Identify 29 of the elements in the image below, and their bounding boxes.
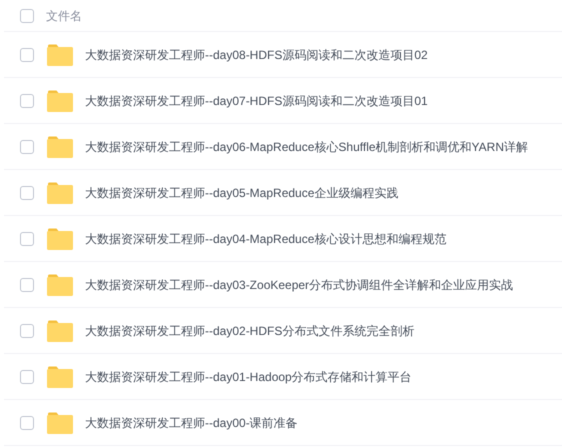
file-name[interactable]: 大数据资深研发工程师--day06-MapReduce核心Shuffle机制剖析和调优和YARN详解 — [85, 138, 528, 156]
file-name[interactable]: 大数据资深研发工程师--day02-HDFS分布式文件系统完全剖析 — [85, 322, 414, 340]
folder-icon — [47, 274, 73, 296]
column-header: 文件名 — [46, 8, 82, 24]
checkbox[interactable] — [20, 232, 34, 246]
folder-icon — [47, 44, 73, 66]
folder-icon — [47, 136, 73, 158]
folder-icon — [47, 90, 73, 112]
file-name[interactable]: 大数据资深研发工程师--day00-课前准备 — [85, 414, 298, 432]
checkbox[interactable] — [20, 94, 34, 108]
folder-icon — [47, 182, 73, 204]
folder-icon — [47, 320, 73, 342]
file-name[interactable]: 大数据资深研发工程师--day05-MapReduce企业级编程实践 — [85, 184, 398, 202]
checkbox[interactable] — [20, 8, 34, 22]
checkbox[interactable] — [20, 278, 34, 292]
checkbox[interactable] — [20, 140, 34, 154]
file-name[interactable]: 大数据资深研发工程师--day07-HDFS源码阅读和二次改造项目01 — [85, 92, 428, 110]
folder-icon — [47, 228, 73, 250]
checkbox[interactable] — [20, 186, 34, 200]
file-name[interactable]: 大数据资深研发工程师--day03-ZooKeeper分布式协调组件全详解和企业应用实战 — [85, 276, 514, 294]
file-name[interactable]: 大数据资深研发工程师--day08-HDFS源码阅读和二次改造项目02 — [85, 46, 428, 64]
checkbox[interactable] — [20, 370, 34, 384]
folder-icon — [47, 412, 73, 434]
file-name[interactable]: 大数据资深研发工程师--day04-MapReduce核心设计思想和编程规范 — [85, 230, 446, 248]
folder-icon — [47, 366, 73, 388]
checkbox[interactable] — [20, 416, 34, 430]
checkbox[interactable] — [20, 48, 34, 62]
checkbox[interactable] — [20, 324, 34, 338]
file-name[interactable]: 大数据资深研发工程师--day01-Hadoop分布式存储和计算平台 — [85, 368, 412, 386]
